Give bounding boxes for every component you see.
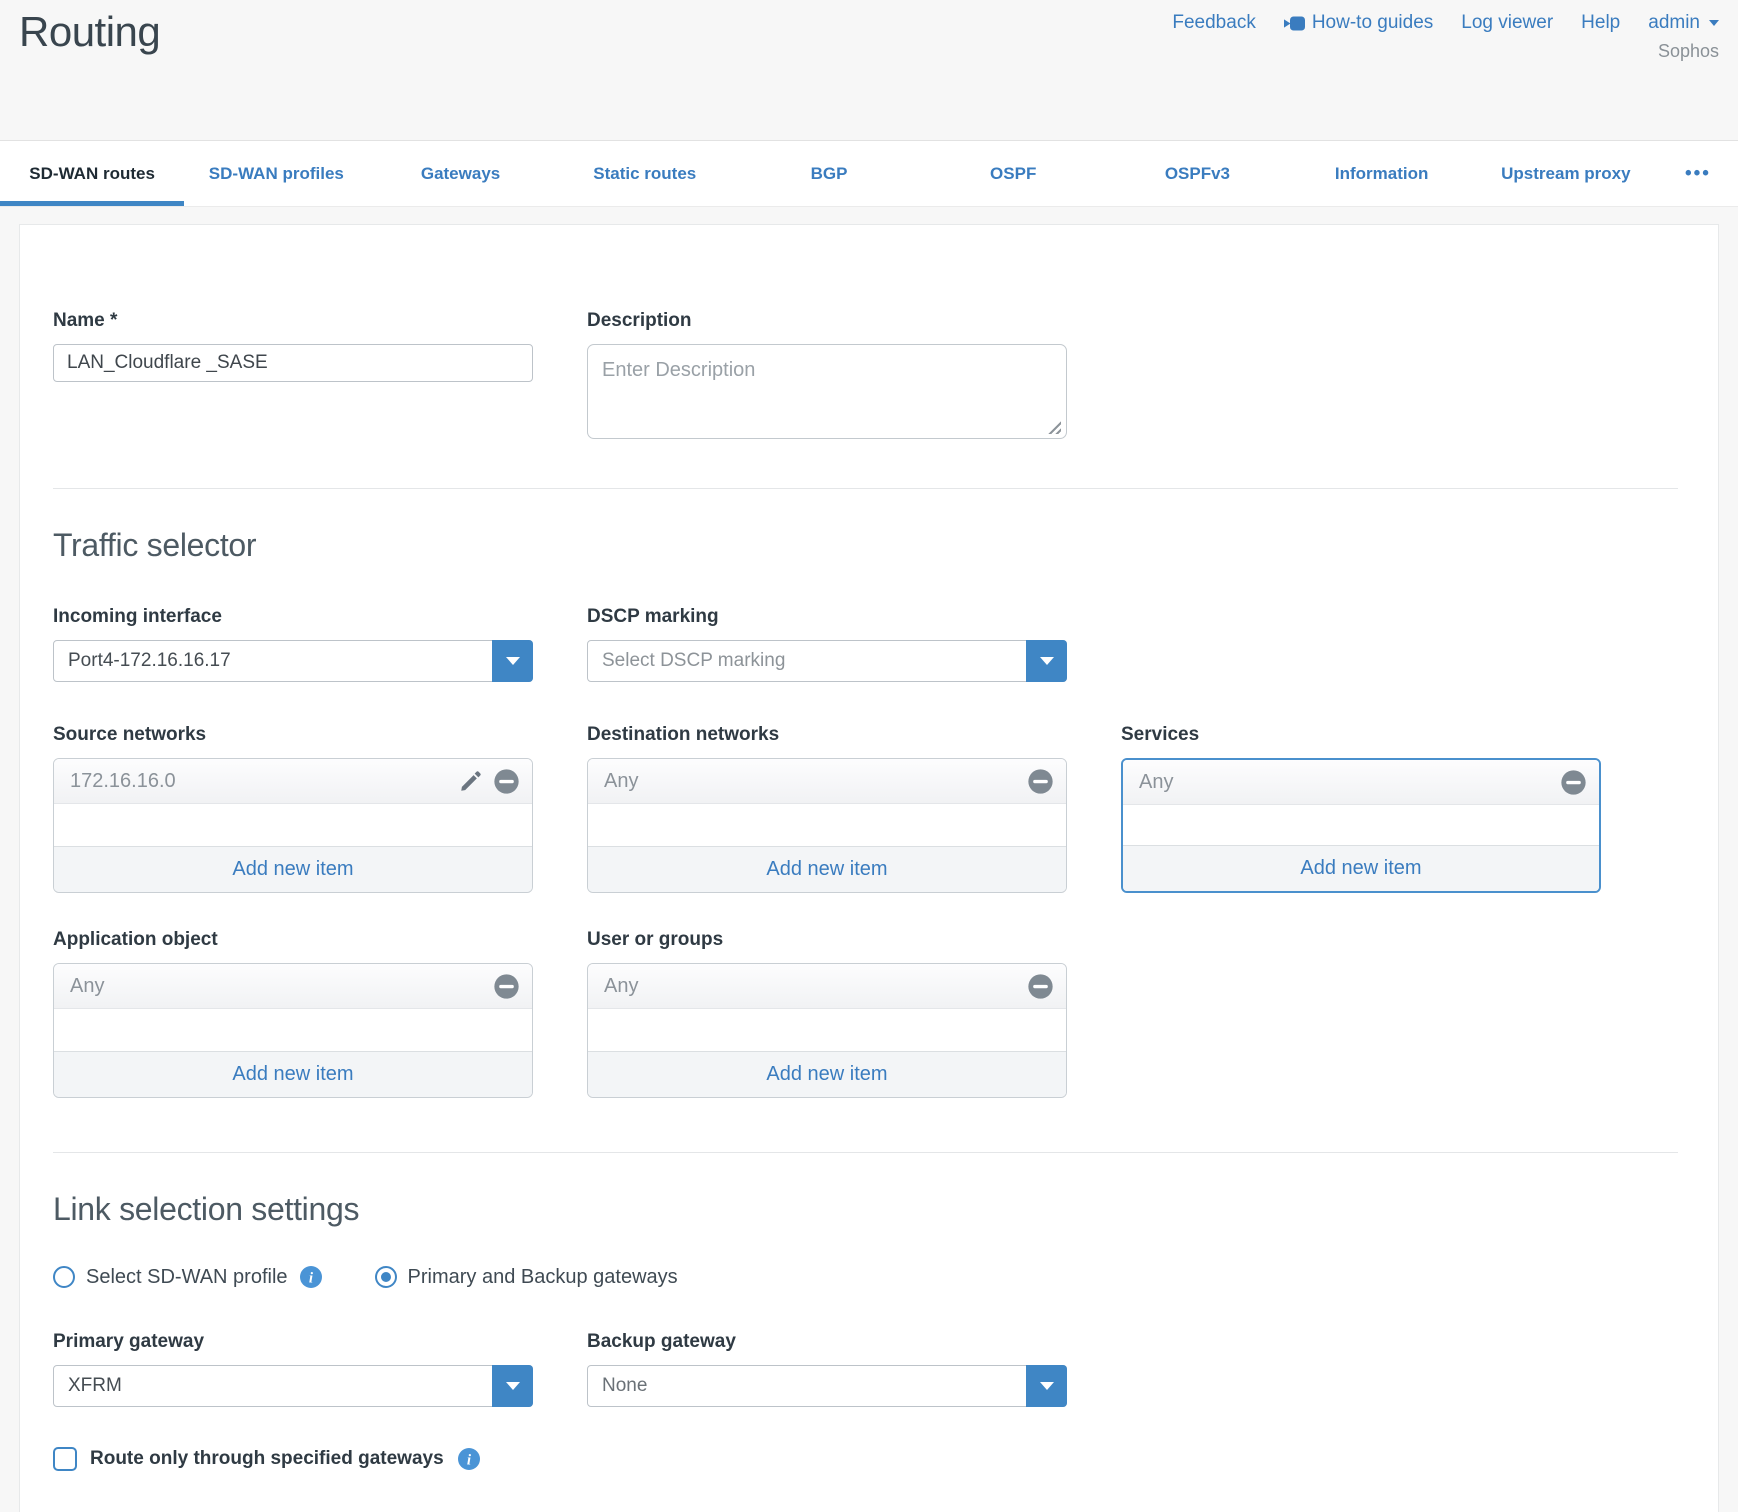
page-header: Routing Feedback How-to guides Log viewe… [0, 0, 1738, 140]
add-new-item-button[interactable]: Add new item [588, 846, 1066, 892]
tab-gateways[interactable]: Gateways [368, 141, 552, 206]
howto-guides-link[interactable]: How-to guides [1284, 12, 1433, 34]
edit-icon[interactable] [458, 768, 484, 794]
remove-icon[interactable] [1560, 769, 1587, 796]
tab-sdwan-profiles[interactable]: SD-WAN profiles [184, 141, 368, 206]
routing-page: Routing Feedback How-to guides Log viewe… [0, 0, 1738, 1512]
tab-static-routes[interactable]: Static routes [553, 141, 737, 206]
description-input[interactable] [587, 344, 1067, 439]
brand-label: Sophos [1658, 41, 1719, 62]
name-description-row: Name * Description [53, 310, 1678, 444]
backup-gateway-select[interactable]: None [587, 1365, 1067, 1407]
link-selection-options: Select SD-WAN profile i Primary and Back… [53, 1265, 1678, 1289]
log-viewer-link[interactable]: Log viewer [1461, 12, 1553, 34]
divider [53, 488, 1678, 489]
route-only-checkbox[interactable] [53, 1447, 77, 1471]
tab-sdwan-routes[interactable]: SD-WAN routes [0, 141, 184, 206]
tab-information[interactable]: Information [1290, 141, 1474, 206]
radio-button-selected-icon[interactable] [375, 1266, 397, 1288]
tab-more-ellipsis-icon[interactable]: ••• [1658, 141, 1738, 206]
content-card: Name * Description Traffic selector Inco… [19, 224, 1719, 1512]
list-item: Any [588, 759, 1066, 804]
services-label: Services [1121, 724, 1601, 746]
tab-bgp[interactable]: BGP [737, 141, 921, 206]
dscp-marking-label: DSCP marking [587, 606, 1067, 628]
description-field: Description [587, 310, 1067, 444]
tab-bar: SD-WAN routes SD-WAN profiles Gateways S… [0, 140, 1738, 207]
caret-down-icon [1709, 20, 1719, 26]
tab-ospf[interactable]: OSPF [921, 141, 1105, 206]
gateways-row: Primary gateway XFRM Backup gateway None [53, 1331, 1678, 1407]
incoming-interface-label: Incoming interface [53, 606, 533, 628]
services-listbox: Any Add new item [1121, 758, 1601, 893]
chevron-down-icon[interactable] [492, 640, 533, 682]
list-item: Any [1123, 760, 1599, 805]
info-icon[interactable]: i [457, 1447, 481, 1471]
page-title: Routing [19, 8, 160, 56]
add-new-item-button[interactable]: Add new item [588, 1051, 1066, 1097]
description-label: Description [587, 310, 1067, 332]
list-item: Any [54, 964, 532, 1009]
route-only-label: Route only through specified gateways [90, 1448, 444, 1470]
primary-gateway-select[interactable]: XFRM [53, 1365, 533, 1407]
user-or-groups-listbox: Any Add new item [587, 963, 1067, 1098]
interface-dscp-row: Incoming interface Port4-172.16.16.17 DS… [53, 606, 1678, 682]
source-networks-label: Source networks [53, 724, 533, 746]
networks-services-row: Source networks 172.16.16.0 [53, 724, 1678, 893]
video-icon [1284, 16, 1305, 31]
link-selection-heading: Link selection settings [53, 1191, 1678, 1228]
dscp-marking-select[interactable]: Select DSCP marking [587, 640, 1067, 682]
radio-select-sdwan-profile[interactable]: Select SD-WAN profile i [53, 1265, 323, 1289]
remove-icon[interactable] [1027, 973, 1054, 1000]
route-only-row: Route only through specified gateways i [53, 1447, 1678, 1471]
tab-upstream-proxy[interactable]: Upstream proxy [1474, 141, 1658, 206]
remove-icon[interactable] [493, 768, 520, 795]
remove-icon[interactable] [493, 973, 520, 1000]
info-icon[interactable]: i [299, 1265, 323, 1289]
tab-ospfv3[interactable]: OSPFv3 [1105, 141, 1289, 206]
add-new-item-button[interactable]: Add new item [54, 1051, 532, 1097]
destination-networks-label: Destination networks [587, 724, 1067, 746]
name-label: Name * [53, 310, 533, 332]
list-item: Any [588, 964, 1066, 1009]
help-link[interactable]: Help [1581, 12, 1620, 34]
name-input[interactable] [53, 344, 533, 382]
chevron-down-icon[interactable] [1026, 1365, 1067, 1407]
traffic-selector-heading: Traffic selector [53, 527, 1678, 564]
application-object-label: Application object [53, 929, 533, 951]
chevron-down-icon[interactable] [1026, 640, 1067, 682]
divider [53, 1152, 1678, 1153]
header-links: Feedback How-to guides Log viewer Help a… [1172, 12, 1719, 34]
source-networks-listbox: 172.16.16.0 Add new item [53, 758, 533, 893]
incoming-interface-select[interactable]: Port4-172.16.16.17 [53, 640, 533, 682]
backup-gateway-label: Backup gateway [587, 1331, 1067, 1353]
primary-gateway-label: Primary gateway [53, 1331, 533, 1353]
remove-icon[interactable] [1027, 768, 1054, 795]
radio-primary-backup-gateways[interactable]: Primary and Backup gateways [375, 1266, 678, 1289]
list-item: 172.16.16.0 [54, 759, 532, 804]
admin-menu[interactable]: admin [1648, 12, 1719, 34]
user-or-groups-label: User or groups [587, 929, 1067, 951]
destination-networks-listbox: Any Add new item [587, 758, 1067, 893]
feedback-link[interactable]: Feedback [1172, 12, 1255, 34]
chevron-down-icon[interactable] [492, 1365, 533, 1407]
application-object-listbox: Any Add new item [53, 963, 533, 1098]
application-users-row: Application object Any Add new item [53, 929, 1678, 1098]
add-new-item-button[interactable]: Add new item [1123, 845, 1599, 891]
name-field: Name * [53, 310, 533, 382]
add-new-item-button[interactable]: Add new item [54, 846, 532, 892]
radio-button-icon[interactable] [53, 1266, 75, 1288]
